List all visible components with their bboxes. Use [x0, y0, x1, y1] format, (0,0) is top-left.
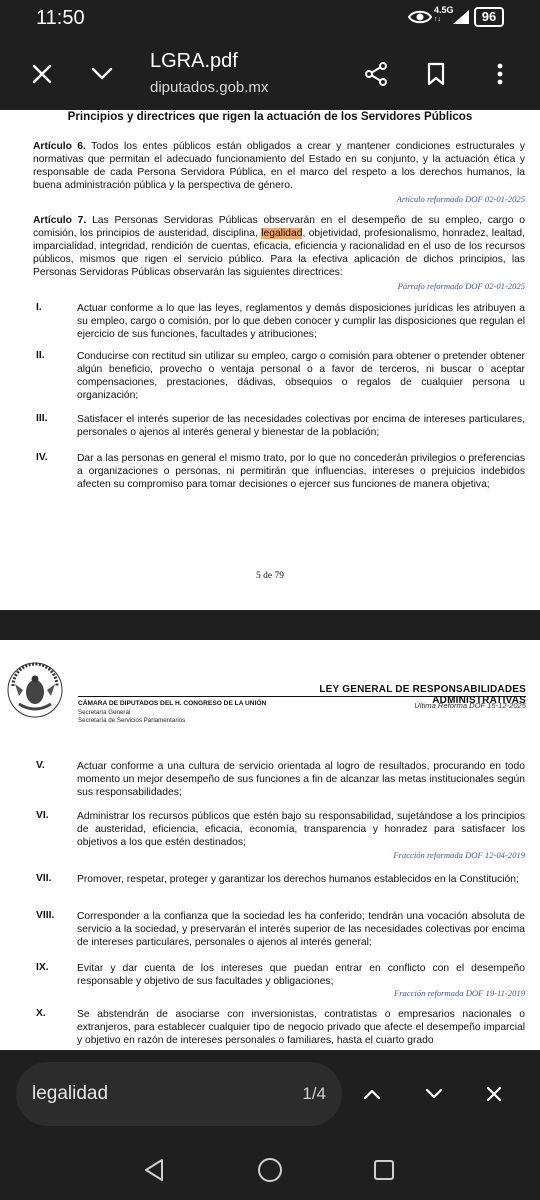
next-match-button[interactable] — [414, 1074, 454, 1114]
more-vert-icon — [497, 63, 503, 85]
close-find-button[interactable] — [474, 1074, 514, 1114]
chevron-down-icon — [425, 1088, 443, 1099]
page-gap — [0, 610, 540, 640]
item-number: V. — [36, 760, 45, 771]
item-number: VII. — [36, 873, 52, 884]
document-source: diputados.gob.mx — [150, 79, 269, 96]
item-number: X. — [36, 1008, 46, 1019]
home-button[interactable] — [254, 1154, 286, 1186]
camara-name: CÁMARA DE DIPUTADOS DEL H. CONGRESO DE L… — [78, 700, 267, 707]
bookmark-icon — [427, 62, 445, 86]
item-number: III. — [36, 413, 48, 424]
item-6-reform-note: Fracción reformada DOF 12-04-2019 — [393, 850, 525, 860]
recent-apps-button[interactable] — [368, 1154, 400, 1186]
list-item: Conducirse con rectitud sin utilizar su … — [77, 351, 525, 401]
chevron-down-icon — [91, 67, 113, 80]
section-title: Principios y directrices que rigen la ac… — [67, 110, 473, 123]
app-bar: LGRA.pdf diputados.gob.mx — [0, 36, 540, 110]
eye-comfort-icon — [408, 10, 432, 24]
secretaria-general: Secretaría General — [78, 709, 131, 716]
battery-icon: 96 — [474, 7, 504, 27]
status-bar: 11:50 4.5G ↑↓ 96 — [0, 0, 540, 36]
signal-icon — [453, 10, 469, 24]
status-time: 11:50 — [36, 7, 85, 29]
article-6-label: Artículo 6. — [33, 141, 86, 152]
chevron-up-icon — [363, 1089, 381, 1100]
item-9-reform-note: Fracción reformada DOF 19-11-2019 — [393, 988, 525, 998]
item-number: I. — [36, 302, 42, 313]
network-type: 4.5G ↑↓ — [434, 5, 454, 24]
bookmark-button[interactable] — [416, 54, 456, 94]
share-button[interactable] — [356, 54, 396, 94]
pdf-page-5[interactable]: Principios y directrices que rigen la ac… — [0, 110, 540, 610]
share-icon — [365, 62, 387, 86]
page-number: 5 de 79 — [256, 571, 284, 581]
system-navigation-bar — [0, 1142, 540, 1200]
list-item: Administrar los recursos públicos que es… — [77, 811, 525, 848]
list-item: Dar a las personas en general el mismo t… — [77, 453, 525, 490]
match-counter: 1/4 — [302, 1084, 326, 1103]
back-triangle-icon — [145, 1159, 163, 1181]
article-7-label: Artículo 7. — [33, 215, 87, 226]
search-match-highlight: legalidad — [261, 228, 303, 239]
item-number: II. — [36, 350, 45, 361]
list-item: Satisfacer el interés superior de las ne… — [77, 414, 525, 438]
item-number: VIII. — [36, 910, 55, 921]
close-icon — [486, 1086, 502, 1102]
article-6-text: Todos los entes públicos están obligados… — [33, 141, 525, 191]
list-item: Promover, respetar, proteger y garantiza… — [77, 874, 519, 885]
find-in-page-bar: 1/4 — [0, 1050, 540, 1142]
document-title: LGRA.pdf — [150, 50, 238, 72]
item-number: VI. — [36, 810, 49, 821]
find-field[interactable]: 1/4 — [16, 1062, 342, 1126]
list-item: Actuar conforme a lo que las leyes, regl… — [77, 303, 525, 340]
list-item: Actuar conforme a una cultura de servici… — [77, 761, 525, 798]
national-seal-icon — [7, 662, 63, 718]
secretaria-servicios: Secretaría de Servicios Parlamentarios — [78, 717, 186, 724]
article-7-reform-note: Párrafo reformado DOF 02-01-2025 — [397, 281, 525, 291]
article-6: Artículo 6. Todos los entes públicos est… — [33, 140, 525, 192]
recent-square-icon — [374, 1160, 394, 1180]
close-button[interactable] — [22, 54, 62, 94]
article-7: Artículo 7. Las Personas Servidoras Públ… — [33, 214, 525, 279]
close-icon — [32, 64, 52, 84]
list-item: Evitar y dar cuenta de los intereses que… — [77, 963, 525, 987]
collapse-button[interactable] — [82, 54, 122, 94]
find-input[interactable] — [32, 1080, 272, 1108]
home-circle-icon — [258, 1158, 282, 1182]
pdf-page-6[interactable]: LEY GENERAL DE RESPONSABILIDADES ADMINIS… — [0, 640, 540, 1050]
previous-match-button[interactable] — [352, 1074, 392, 1114]
back-button[interactable] — [138, 1154, 170, 1186]
last-reform-date: Última Reforma DOF 15-12-2025 — [414, 701, 526, 710]
header-divider — [78, 696, 526, 697]
item-number: IX. — [36, 962, 49, 973]
list-item: Corresponder a la confianza que la socie… — [77, 911, 525, 948]
article-6-reform-note: Artículo reformado DOF 02-01-2025 — [396, 194, 525, 204]
more-options-button[interactable] — [480, 54, 520, 94]
list-item: Se abstendrán de asociarse con inversion… — [77, 1009, 525, 1046]
item-number: IV. — [36, 452, 48, 463]
